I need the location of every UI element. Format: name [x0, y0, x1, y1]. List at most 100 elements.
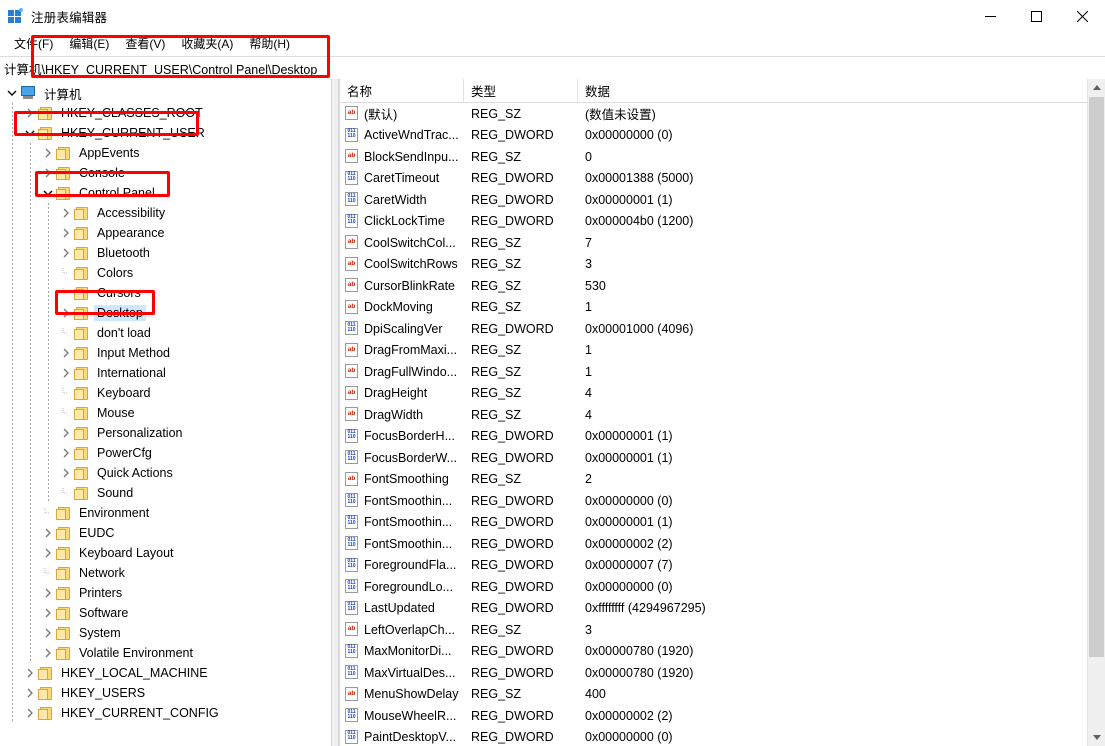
table-row[interactable]: ab DragHeight REG_SZ 4: [340, 383, 1105, 405]
pane-splitter[interactable]: [331, 79, 339, 746]
table-row[interactable]: 011 110 FontSmoothin... REG_DWORD 0x00000001…: [340, 512, 1105, 534]
tree-node-don-t-load[interactable]: don't load: [0, 323, 330, 343]
chevron-right-icon[interactable]: [58, 343, 74, 363]
tree-node-hkey-classes-root[interactable]: HKEY_CLASSES_ROOT: [0, 103, 330, 123]
chevron-right-icon[interactable]: [40, 523, 56, 543]
tree-node-environment[interactable]: Environment: [0, 503, 330, 523]
chevron-right-icon[interactable]: [58, 303, 74, 323]
tree-node-appearance[interactable]: Appearance: [0, 223, 330, 243]
tree-node-colors[interactable]: Colors: [0, 263, 330, 283]
chevron-right-icon[interactable]: [58, 443, 74, 463]
table-row[interactable]: 011 110 MaxVirtualDes... REG_DWORD 0x0000078…: [340, 662, 1105, 684]
tree-node-international[interactable]: International: [0, 363, 330, 383]
table-row[interactable]: 011 110 FontSmoothin... REG_DWORD 0x00000000…: [340, 490, 1105, 512]
menu-help[interactable]: 帮助(H): [241, 33, 298, 54]
chevron-right-icon[interactable]: [40, 643, 56, 663]
close-button[interactable]: [1059, 0, 1105, 32]
table-row[interactable]: 011 110 FocusBorderW... REG_DWORD 0x00000001…: [340, 447, 1105, 469]
chevron-down-icon[interactable]: [40, 183, 56, 203]
table-row[interactable]: 011 110 ClickLockTime REG_DWORD 0x000004b0 (…: [340, 211, 1105, 233]
tree-node-bluetooth[interactable]: Bluetooth: [0, 243, 330, 263]
tree-node-powercfg[interactable]: PowerCfg: [0, 443, 330, 463]
column-header-type[interactable]: 类型: [464, 79, 578, 102]
tree-node-control-panel[interactable]: Control Panel: [0, 183, 330, 203]
table-row[interactable]: 011 110 ForegroundLo... REG_DWORD 0x00000000…: [340, 576, 1105, 598]
chevron-right-icon[interactable]: [58, 463, 74, 483]
column-header-data[interactable]: 数据: [578, 79, 1105, 102]
minimize-button[interactable]: [967, 0, 1013, 32]
chevron-right-icon[interactable]: [58, 223, 74, 243]
chevron-right-icon[interactable]: [40, 543, 56, 563]
tree-node-quick-actions[interactable]: Quick Actions: [0, 463, 330, 483]
tree-node-system[interactable]: System: [0, 623, 330, 643]
tree-node-volatile-environment[interactable]: Volatile Environment: [0, 643, 330, 663]
chevron-right-icon[interactable]: [40, 143, 56, 163]
chevron-right-icon[interactable]: [22, 663, 38, 683]
table-row[interactable]: 011 110 DpiScalingVer REG_DWORD 0x00001000 (…: [340, 318, 1105, 340]
tree-node-mouse[interactable]: Mouse: [0, 403, 330, 423]
chevron-down-icon[interactable]: [4, 83, 20, 103]
table-row[interactable]: ab CoolSwitchCol... REG_SZ 7: [340, 232, 1105, 254]
menu-view[interactable]: 查看(V): [117, 33, 173, 54]
tree-node-accessibility[interactable]: Accessibility: [0, 203, 330, 223]
menu-edit[interactable]: 编辑(E): [61, 33, 117, 54]
table-row[interactable]: 011 110 ActiveWndTrac... REG_DWORD 0x0000000…: [340, 125, 1105, 147]
table-row[interactable]: ab DockMoving REG_SZ 1: [340, 297, 1105, 319]
tree-node-software[interactable]: Software: [0, 603, 330, 623]
values-list-pane[interactable]: 名称 类型 数据 ab (默认) REG_SZ (数值未设置) 011 110 Active…: [339, 79, 1105, 746]
chevron-down-icon[interactable]: [22, 123, 38, 143]
tree-node-keyboard[interactable]: Keyboard: [0, 383, 330, 403]
address-bar[interactable]: 计算机\HKEY_CURRENT_USER\Control Panel\Desk…: [0, 56, 1105, 80]
tree-node-desktop[interactable]: Desktop: [0, 303, 330, 323]
tree-node-input-method[interactable]: Input Method: [0, 343, 330, 363]
tree-node-eudc[interactable]: EUDC: [0, 523, 330, 543]
table-row[interactable]: ab DragWidth REG_SZ 4: [340, 404, 1105, 426]
tree-node-printers[interactable]: Printers: [0, 583, 330, 603]
chevron-right-icon[interactable]: [40, 163, 56, 183]
menu-file[interactable]: 文件(F): [6, 33, 61, 54]
registry-tree-pane[interactable]: 计算机 HKEY_CLASSES_ROOT HKEY_CURRENT_USER App…: [0, 79, 331, 746]
chevron-right-icon[interactable]: [40, 603, 56, 623]
tree-node-hkey-current-config[interactable]: HKEY_CURRENT_CONFIG: [0, 703, 330, 723]
chevron-right-icon[interactable]: [58, 243, 74, 263]
tree-node-hkey-users[interactable]: HKEY_USERS: [0, 683, 330, 703]
chevron-right-icon[interactable]: [58, 203, 74, 223]
column-header-name[interactable]: 名称: [340, 79, 464, 102]
tree-node-personalization[interactable]: Personalization: [0, 423, 330, 443]
table-row[interactable]: ab BlockSendInpu... REG_SZ 0: [340, 146, 1105, 168]
tree-node-cursors[interactable]: Cursors: [0, 283, 330, 303]
table-row[interactable]: ab FontSmoothing REG_SZ 2: [340, 469, 1105, 491]
table-row[interactable]: ab MenuShowDelay REG_SZ 400: [340, 684, 1105, 706]
chevron-right-icon[interactable]: [40, 623, 56, 643]
table-row[interactable]: 011 110 ForegroundFla... REG_DWORD 0x0000000…: [340, 555, 1105, 577]
chevron-right-icon[interactable]: [22, 103, 38, 123]
tree-node-hkey-local-machine[interactable]: HKEY_LOCAL_MACHINE: [0, 663, 330, 683]
chevron-right-icon[interactable]: [22, 703, 38, 723]
scroll-down-button[interactable]: [1088, 729, 1105, 746]
chevron-right-icon[interactable]: [58, 423, 74, 443]
tree-node-console[interactable]: Console: [0, 163, 330, 183]
tree-node-sound[interactable]: Sound: [0, 483, 330, 503]
table-row[interactable]: ab DragFullWindo... REG_SZ 1: [340, 361, 1105, 383]
table-row[interactable]: 011 110 FontSmoothin... REG_DWORD 0x00000002…: [340, 533, 1105, 555]
tree-node-keyboard-layout[interactable]: Keyboard Layout: [0, 543, 330, 563]
table-row[interactable]: ab (默认) REG_SZ (数值未设置): [340, 103, 1105, 125]
table-row[interactable]: ab LeftOverlapCh... REG_SZ 3: [340, 619, 1105, 641]
chevron-right-icon[interactable]: [40, 583, 56, 603]
tree-node-hkey-current-user[interactable]: HKEY_CURRENT_USER: [0, 123, 330, 143]
chevron-right-icon[interactable]: [22, 683, 38, 703]
maximize-button[interactable]: [1013, 0, 1059, 32]
values-scrollbar[interactable]: [1087, 79, 1105, 746]
table-row[interactable]: 011 110 CaretWidth REG_DWORD 0x00000001 (1): [340, 189, 1105, 211]
table-row[interactable]: 011 110 PaintDesktopV... REG_DWORD 0x0000000…: [340, 727, 1105, 746]
table-row[interactable]: 011 110 MaxMonitorDi... REG_DWORD 0x00000780…: [340, 641, 1105, 663]
tree-node-computer[interactable]: 计算机: [0, 83, 330, 103]
tree-node-appevents[interactable]: AppEvents: [0, 143, 330, 163]
table-row[interactable]: ab CursorBlinkRate REG_SZ 530: [340, 275, 1105, 297]
menu-favorites[interactable]: 收藏夹(A): [173, 33, 241, 54]
table-row[interactable]: 011 110 MouseWheelR... REG_DWORD 0x00000002 …: [340, 705, 1105, 727]
table-row[interactable]: 011 110 LastUpdated REG_DWORD 0xffffffff (42…: [340, 598, 1105, 620]
table-row[interactable]: ab CoolSwitchRows REG_SZ 3: [340, 254, 1105, 276]
tree-node-network[interactable]: Network: [0, 563, 330, 583]
table-row[interactable]: 011 110 FocusBorderH... REG_DWORD 0x00000001…: [340, 426, 1105, 448]
